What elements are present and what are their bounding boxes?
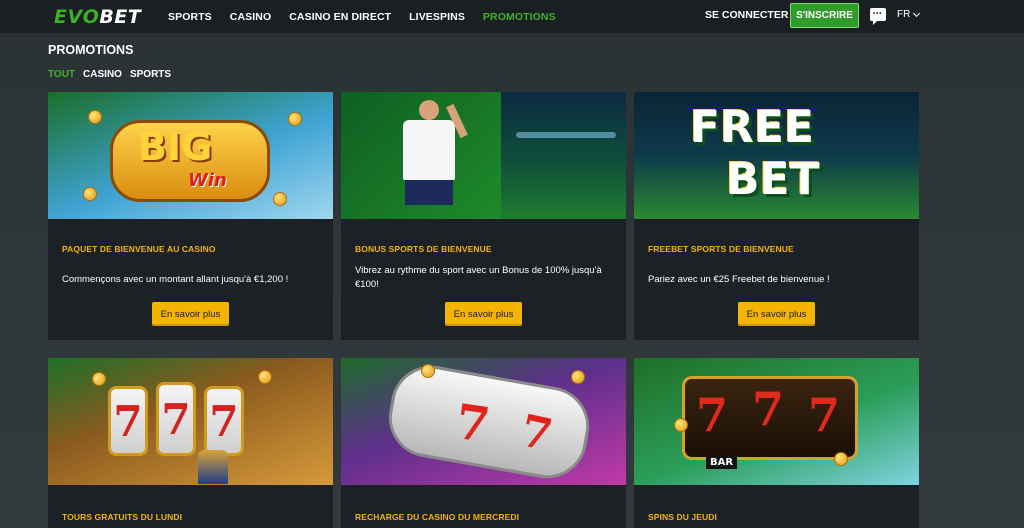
slot-reel: 7 [156,382,196,456]
promo-title: FREEBET SPORTS DE BIENVENUE [648,244,794,254]
logo-text-part2: O [82,6,100,28]
learn-more-button[interactable]: En savoir plus [445,302,522,326]
learn-more-button[interactable]: En savoir plus [738,302,815,326]
coin-icon [88,110,102,124]
bar-symbol: BAR [706,456,738,469]
promo-card-wednesday-reload: 7 7 RECHARGE DU CASINO DU MERCREDI [341,358,626,528]
promotion-filters: TOUT CASINO SPORTS [48,69,171,80]
nav-livespins[interactable]: LIVESPINS [409,11,465,23]
filter-sports[interactable]: SPORTS [130,69,171,80]
nav-casino[interactable]: CASINO [230,11,271,23]
coin-icon [674,418,688,432]
coin-icon [92,372,106,386]
promo-image-purple-777[interactable]: 7 7 [341,358,626,485]
promo-description: Pariez avec un €25 Freebet de bienvenue … [648,274,830,285]
promo-image-freebet[interactable]: FREE BET [634,92,919,219]
slot-reel: 7 [108,386,148,456]
win-text: Win [188,170,227,191]
promo-title: SPINS DU JEUDI [648,512,717,522]
coin-icon [288,112,302,126]
login-link[interactable]: SE CONNECTER [705,9,788,21]
top-navigation-bar: EV O BET SPORTS CASINO CASINO EN DIRECT LI… [0,0,1024,33]
coin-icon [258,370,272,384]
coin-icon [421,364,435,378]
slot-reel: 7 [204,386,244,456]
coin-icon [273,192,287,206]
promo-card-casino-welcome: BIG Win PAQUET DE BIENVENUE AU CASINO Co… [48,92,333,340]
language-label: FR [897,9,911,20]
chevron-down-icon [913,9,921,17]
evobet-logo[interactable]: EV O BET [54,6,141,28]
player-head [419,100,439,120]
promo-image-egypt-777[interactable]: 7 7 7 [48,358,333,485]
seven-symbol: 7 [808,388,841,442]
nav-casino-en-direct[interactable]: CASINO EN DIRECT [289,11,391,23]
seven-symbol: 7 [696,388,729,442]
page-title: PROMOTIONS [48,43,134,57]
main-nav: SPORTS CASINO CASINO EN DIRECT LIVESPINS… [168,0,574,33]
promo-image-big-win[interactable]: BIG Win [48,92,333,219]
stadium-lights [516,132,616,138]
filter-tout[interactable]: TOUT [48,69,75,80]
nav-sports[interactable]: SPORTS [168,11,212,23]
free-text: FREE [690,102,815,153]
filter-casino[interactable]: CASINO [83,69,122,80]
promo-description: Vibrez au rythme du sport avec un Bonus … [355,265,602,290]
learn-more-button[interactable]: En savoir plus [152,302,229,326]
promo-title: PAQUET DE BIENVENUE AU CASINO [62,244,216,254]
promo-description: Commençons avec un montant allant jusqu'… [62,274,289,285]
big-text: BIG [138,125,213,169]
promo-card-freebet: FREE BET FREEBET SPORTS DE BIENVENUE Par… [634,92,919,340]
logo-text-part1: EV [54,6,83,28]
promo-title: TOURS GRATUITS DU LUNDI [62,512,183,522]
coin-icon [571,370,585,384]
promo-card-sports-welcome: 9 BONUS SPORTS DE BIENVENUE Vibrez au ry… [341,92,626,340]
language-selector[interactable]: FR [897,9,921,20]
seven-symbol: 7 [752,382,785,436]
promo-title: RECHARGE DU CASINO DU MERCREDI [355,512,520,522]
promo-card-thursday-spins: 7 7 7 BAR SPINS DU JEUDI [634,358,919,528]
pharaoh-mask [198,450,228,484]
nav-promotions[interactable]: PROMOTIONS [483,11,556,23]
promo-image-football-player[interactable]: 9 [341,92,626,219]
logo-text-part3: BET [99,6,142,28]
coin-icon [834,452,848,466]
player-shirt [403,120,455,180]
promo-title: BONUS SPORTS DE BIENVENUE [355,244,492,254]
coin-icon [83,187,97,201]
promo-image-jungle-777[interactable]: 7 7 7 BAR [634,358,919,485]
bet-text: BET [726,154,820,205]
promo-card-monday-spins: 7 7 7 TOURS GRATUITS DU LUNDI [48,358,333,528]
signup-button[interactable]: S'INSCRIRE [790,3,859,28]
chat-icon[interactable]: ••• [870,8,886,25]
player-shorts [405,180,453,205]
